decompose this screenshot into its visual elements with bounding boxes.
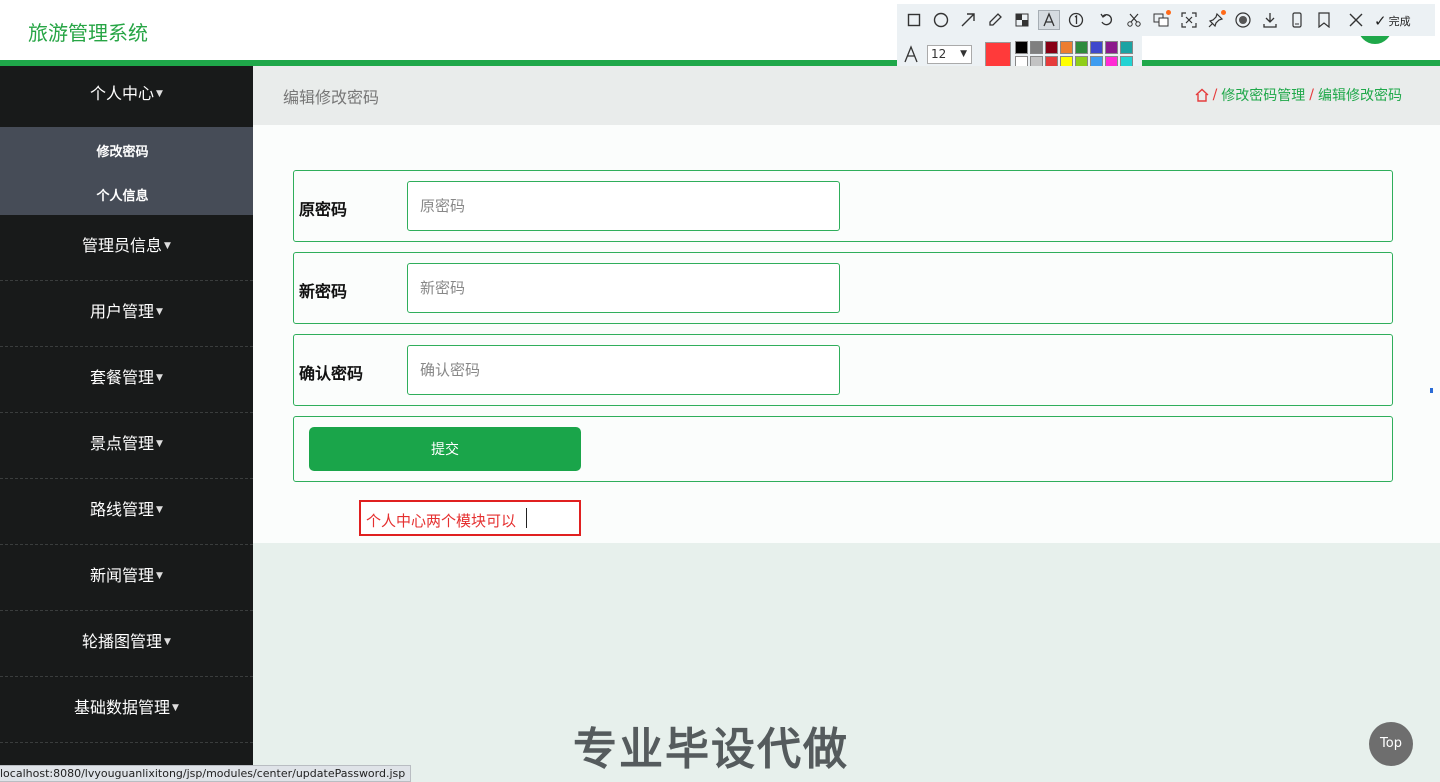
caret-down-icon: ▼ [156,571,163,581]
done-label: 完成 [1388,15,1411,28]
number-icon[interactable] [1066,10,1086,30]
color-swatch[interactable] [1015,41,1028,54]
color-swatch[interactable] [1060,41,1073,54]
personal-center-submenu: 修改密码 个人信息 [0,127,253,215]
sidebar-item-admin-info[interactable]: 管理员信息 ▼ [0,215,253,281]
confirm-password-input[interactable] [407,345,840,395]
sidebar-item-label: 路线管理 [90,500,155,519]
record-icon[interactable] [1233,10,1253,30]
breadcrumb-separator: / [1212,87,1218,103]
sidebar-item-label: 景点管理 [90,434,155,453]
phone-icon[interactable] [1287,10,1307,30]
scroll-marker [1430,388,1433,393]
breadcrumb-separator: / [1309,87,1314,103]
sidebar-item-basic-data-management[interactable]: 基础数据管理 ▼ [0,677,253,743]
font-icon [903,45,919,68]
bookmark-icon[interactable] [1314,10,1334,30]
submenu-item-personal-info[interactable]: 个人信息 [0,185,245,204]
breadcrumb-item[interactable]: 修改密码管理 [1221,85,1305,105]
sidebar-item-label: 个人中心 [90,84,155,103]
submit-button[interactable]: 提交 [309,427,581,471]
pencil-icon[interactable] [985,10,1005,30]
arrow-icon[interactable] [958,10,978,30]
rectangle-icon[interactable] [904,10,924,30]
ellipse-icon[interactable] [931,10,951,30]
sidebar-item-label: 管理员信息 [82,236,163,255]
back-to-top-button[interactable]: Top [1369,722,1413,766]
watermark-text: 专业毕设代做 [573,724,849,775]
done-button[interactable]: ✓ 完成 [1374,12,1411,30]
color-swatch[interactable] [1120,41,1133,54]
caret-down-icon: ▼ [164,241,171,251]
caret-down-icon: ▼ [172,703,179,713]
sidebar-item-label: 轮播图管理 [82,632,163,651]
check-icon: ✓ [1374,12,1387,30]
cut-icon[interactable] [1124,10,1144,30]
screenshot-toolbar: ✓ 完成 [897,4,1435,36]
status-bar-url: localhost:8080/lvyouguanlixitong/jsp/mod… [0,765,412,782]
sidebar-item-user-management[interactable]: 用户管理 ▼ [0,281,253,347]
text-icon[interactable] [1038,10,1060,30]
form-row-submit: 提交 [293,416,1393,482]
form-row-confirm-password: 确认密码 [293,334,1393,406]
annotation-text: 个人中心两个模块可以 [366,512,517,530]
sidebar-item-personal-center[interactable]: 个人中心 ▼ [0,66,253,127]
form-row-old-password: 原密码 [293,170,1393,242]
sidebar-item-package-management[interactable]: 套餐管理 ▼ [0,347,253,413]
breadcrumb: / 修改密码管理 / 编辑修改密码 [1195,85,1402,105]
color-swatch[interactable] [1075,41,1088,54]
home-icon[interactable] [1195,88,1209,102]
caret-down-icon: ▼ [156,505,163,515]
sidebar: 个人中心 ▼ 修改密码 个人信息 管理员信息 ▼ 用户管理 ▼ 套餐管理 ▼ 景点管理 ▼… [0,66,253,782]
sidebar-item-label: 新闻管理 [90,566,155,585]
new-password-label: 新密码 [299,282,348,301]
caret-down-icon: ▼ [156,307,163,317]
sidebar-item-route-management[interactable]: 路线管理 ▼ [0,479,253,545]
sidebar-item-attraction-management[interactable]: 景点管理 ▼ [0,413,253,479]
color-swatch[interactable] [1105,41,1118,54]
mosaic-icon[interactable] [1012,10,1032,30]
sidebar-item-label: 用户管理 [90,302,155,321]
download-icon[interactable] [1260,10,1280,30]
form-row-new-password: 新密码 [293,252,1393,324]
old-password-label: 原密码 [299,200,348,219]
page-title: 编辑修改密码 [283,88,380,107]
caret-down-icon: ▼ [156,89,163,99]
close-icon[interactable] [1346,10,1366,30]
caret-down-icon: ▼ [164,637,171,647]
font-size-select[interactable]: 12 ▼ [927,45,972,64]
app-title: 旅游管理系统 [28,21,148,45]
annotation-text-box[interactable]: 个人中心两个模块可以 [359,500,581,536]
sidebar-item-label: 套餐管理 [90,368,155,387]
pin-icon[interactable] [1206,10,1226,30]
confirm-password-label: 确认密码 [299,364,364,383]
caret-down-icon: ▼ [156,439,163,449]
caret-down-icon: ▼ [156,373,163,383]
main-content: 原密码 新密码 确认密码 提交 [253,125,1440,543]
old-password-input[interactable] [407,181,840,231]
sidebar-item-label: 基础数据管理 [74,698,171,717]
text-cursor [526,508,527,528]
sidebar-item-news-management[interactable]: 新闻管理 ▼ [0,545,253,611]
page-header: 编辑修改密码 / 修改密码管理 / 编辑修改密码 [253,66,1440,125]
undo-icon[interactable] [1097,10,1117,30]
color-swatch[interactable] [1090,41,1103,54]
new-password-input[interactable] [407,263,840,313]
chevron-down-icon: ▼ [960,49,967,59]
sidebar-item-carousel-management[interactable]: 轮播图管理 ▼ [0,611,253,677]
submenu-item-change-password[interactable]: 修改密码 [0,141,245,160]
color-swatch[interactable] [1045,41,1058,54]
breadcrumb-item[interactable]: 编辑修改密码 [1318,85,1402,105]
font-size-value: 12 [931,47,947,61]
scan-icon[interactable] [1179,10,1199,30]
color-swatch[interactable] [1030,41,1043,54]
translate-icon[interactable] [1151,10,1171,30]
current-color-swatch[interactable] [985,42,1011,68]
